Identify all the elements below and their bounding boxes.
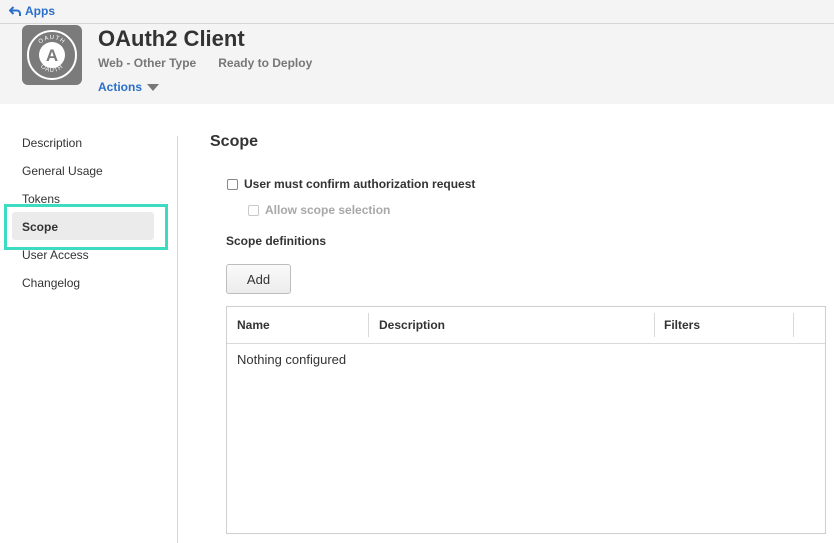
column-separator (368, 313, 369, 337)
actions-dropdown[interactable]: Actions (98, 80, 160, 94)
allow-scope-selection-label: Allow scope selection (265, 203, 391, 217)
confirm-authorization-row: User must confirm authorization request (227, 177, 475, 191)
scope-definitions-label: Scope definitions (226, 234, 327, 248)
table-header: Name Description Filters (227, 307, 825, 344)
scope-definitions-table: Name Description Filters Nothing configu… (226, 306, 826, 534)
caret-down-icon (147, 83, 160, 91)
svg-text:A: A (46, 46, 58, 65)
sidebar-item-scope[interactable]: Scope (22, 217, 58, 237)
allow-scope-selection-checkbox[interactable] (248, 204, 259, 216)
top-bar: Apps (0, 0, 834, 24)
column-header-filters[interactable]: Filters (664, 307, 700, 343)
confirm-authorization-label: User must confirm authorization request (244, 177, 476, 191)
app-header: OAUTH OAUTH A OAuth2 Client Web - Other … (0, 24, 834, 104)
sidebar-item-description[interactable]: Description (22, 133, 82, 153)
app-status: Ready to Deploy (218, 56, 313, 70)
add-scope-button[interactable]: Add (226, 264, 291, 294)
section-title: Scope (210, 133, 259, 150)
column-header-description[interactable]: Description (379, 307, 445, 343)
oauth-badge-icon: OAUTH OAUTH A (27, 30, 77, 80)
column-header-name[interactable]: Name (237, 307, 270, 343)
sidebar-item-changelog[interactable]: Changelog (22, 273, 80, 293)
back-arrow-icon (9, 5, 21, 16)
app-meta: Web - Other Type Ready to Deploy (98, 56, 312, 70)
oauth-logo: OAUTH OAUTH A (22, 25, 82, 85)
sidebar-item-user-access[interactable]: User Access (22, 245, 89, 265)
back-to-apps-link[interactable]: Apps (9, 3, 55, 19)
sidebar-item-tokens[interactable]: Tokens (22, 189, 60, 209)
sidebar-item-general-usage[interactable]: General Usage (22, 161, 103, 181)
column-separator (654, 313, 655, 337)
page-title: OAuth2 Client (98, 26, 245, 51)
confirm-authorization-checkbox[interactable] (227, 178, 238, 190)
sidebar-divider (177, 136, 178, 543)
back-link-label: Apps (25, 4, 55, 18)
allow-scope-selection-row: Allow scope selection (248, 203, 390, 217)
app-type: Web - Other Type (98, 56, 197, 70)
actions-label: Actions (98, 80, 143, 94)
empty-table-message: Nothing configured (237, 352, 347, 367)
column-separator (793, 313, 794, 337)
